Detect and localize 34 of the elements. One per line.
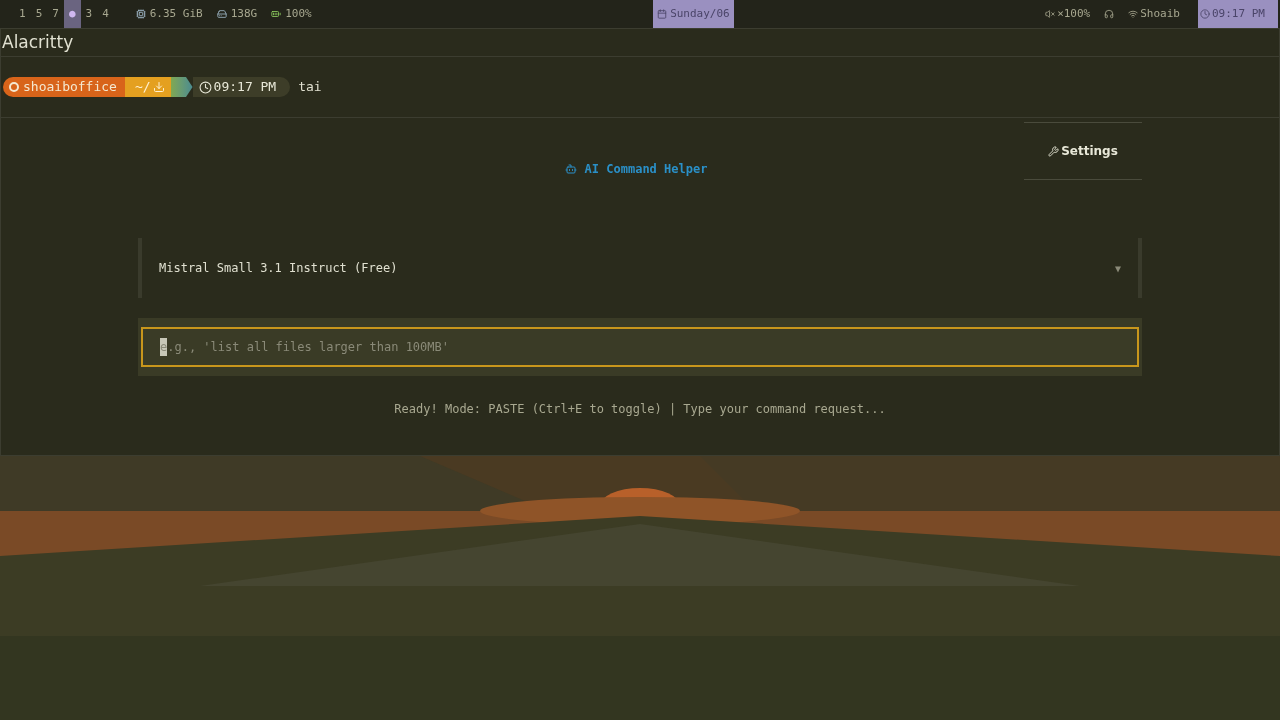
headphones-icon — [1104, 9, 1115, 19]
status-text: 100% — [285, 5, 312, 22]
download-icon — [152, 81, 165, 93]
status-text: Shoaib — [1140, 5, 1180, 22]
drive-icon — [216, 9, 227, 19]
settings-button[interactable]: Settings — [1024, 122, 1142, 180]
clock-icon — [1200, 9, 1210, 19]
date-label: Sunday/06 — [653, 0, 734, 28]
status-text: ×100% — [1057, 5, 1091, 22]
workspace-button[interactable]: 7 — [47, 0, 64, 28]
workspace-button[interactable]: 5 — [30, 0, 48, 28]
battery-icon — [271, 9, 282, 19]
command-text: tai — [298, 78, 322, 97]
robot-icon — [564, 163, 577, 175]
mute-icon — [1045, 9, 1056, 19]
chip-icon — [135, 9, 146, 19]
model-select[interactable]: Mistral Small 3.1 Instruct (Free) ▼ — [138, 238, 1142, 298]
workspace-button[interactable]: 1 — [14, 0, 31, 28]
window-title: Alacritty — [1, 29, 1279, 57]
prompt-dir-segment: ~/ — [124, 77, 171, 97]
status-message: Ready! Mode: PASTE (Ctrl+E to toggle) | Type your command request... — [394, 401, 886, 418]
wifi-icon — [1128, 9, 1139, 19]
clock-label: 09:17 PM — [1198, 0, 1278, 28]
tools-icon — [1048, 145, 1060, 157]
workspace-button[interactable]: 3 — [80, 0, 98, 28]
prompt-time-segment: 09:17 PM — [192, 77, 291, 97]
clock-icon — [198, 80, 212, 94]
calendar-icon — [657, 9, 668, 19]
status-text: 6.35 GiB — [149, 5, 203, 22]
prompt-user-segment: shoaiboffice — [3, 77, 125, 97]
app-title: AI Command Helper — [564, 160, 708, 178]
workspace-button[interactable]: 4 — [97, 0, 114, 28]
dropdown-caret-icon: ▼ — [1114, 260, 1121, 276]
status-text: 138G — [230, 5, 258, 22]
